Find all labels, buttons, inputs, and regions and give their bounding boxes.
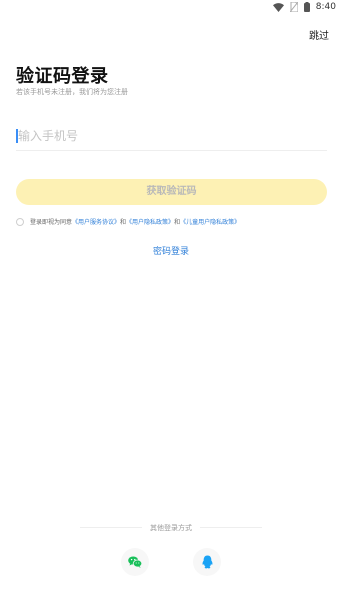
agreement-checkbox[interactable]	[16, 217, 24, 226]
agreement-row: 登录即视为同意 《用户服务协议》 和 《用户隐私政策》 和 《儿童用户隐私政策》	[16, 217, 240, 226]
qq-icon	[202, 555, 212, 569]
page-title: 验证码登录	[16, 66, 109, 87]
battery-icon	[303, 2, 310, 12]
agreement-prefix: 登录即视为同意	[30, 219, 73, 226]
other-login-divider: 其他登录方式	[80, 522, 262, 534]
status-bar: 8:40	[0, 0, 342, 16]
wifi-icon	[272, 2, 284, 12]
skip-button[interactable]: 跳过	[309, 27, 329, 42]
wechat-login-button[interactable]	[121, 548, 149, 576]
get-code-button[interactable]: 获取验证码	[16, 179, 327, 205]
password-login-link[interactable]: 密码登录	[0, 244, 342, 257]
page-subtitle: 若该手机号未注册，我们将为您注册	[16, 88, 128, 96]
terms-link[interactable]: 《用户服务协议》	[72, 217, 120, 226]
divider-line-right	[200, 527, 262, 528]
status-time: 8:40	[315, 2, 336, 12]
qq-login-button[interactable]	[193, 548, 221, 576]
no-sim-icon	[289, 2, 298, 12]
phone-field[interactable]	[16, 125, 327, 151]
wechat-icon	[128, 556, 142, 568]
child-privacy-link[interactable]: 《儿童用户隐私政策》	[180, 217, 240, 226]
other-login-label: 其他登录方式	[150, 524, 192, 532]
privacy-link[interactable]: 《用户隐私政策》	[126, 217, 174, 226]
phone-input[interactable]	[16, 125, 327, 147]
status-icons: 8:40	[272, 2, 336, 12]
